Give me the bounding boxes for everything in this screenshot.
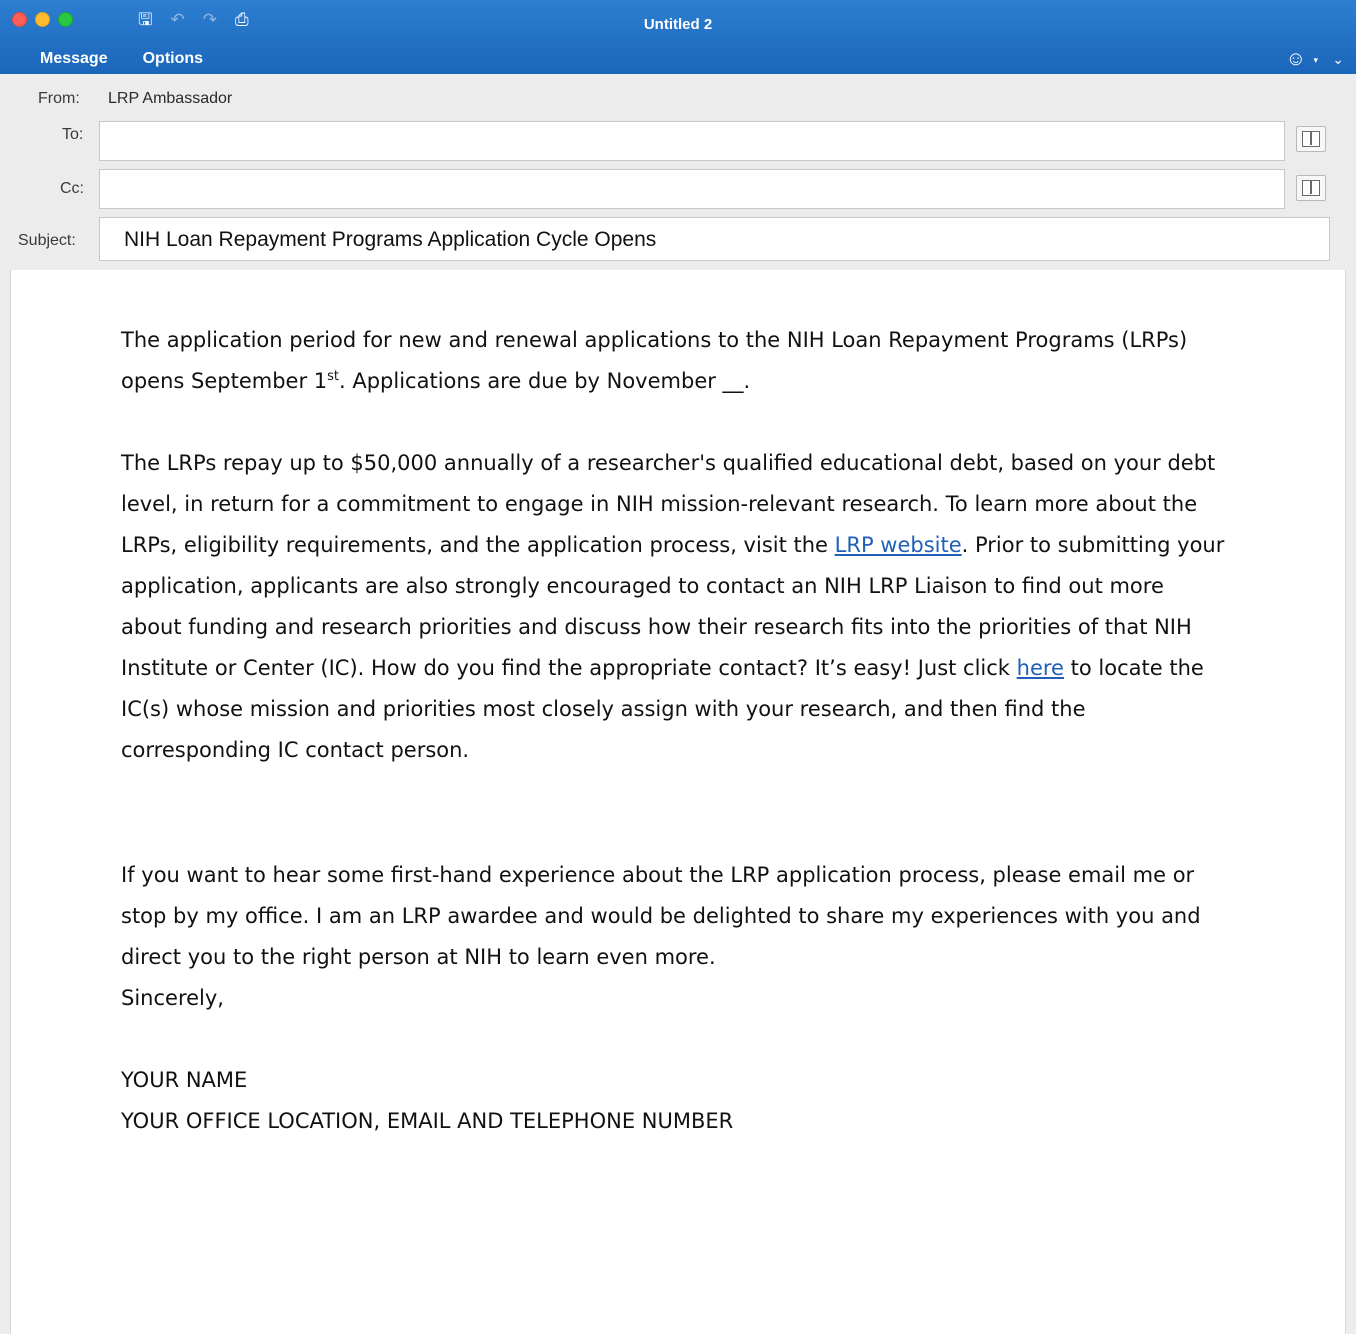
- message-body[interactable]: The application period for new and renew…: [10, 270, 1346, 1334]
- body-paragraph-2: The LRPs repay up to $50,000 annually of…: [121, 451, 1225, 762]
- body-paragraph-3: If you want to hear some first-hand expe…: [121, 863, 1201, 969]
- address-book-icon: [1302, 131, 1320, 147]
- signature-details: YOUR OFFICE LOCATION, EMAIL AND TELEPHON…: [121, 1109, 734, 1133]
- cc-label: Cc:: [60, 180, 84, 197]
- collapse-ribbon-icon[interactable]: ⌄: [1332, 51, 1344, 68]
- address-book-icon: [1302, 180, 1320, 196]
- to-address-book-button[interactable]: [1296, 126, 1326, 152]
- subject-label: Subject:: [18, 232, 76, 249]
- emoji-dropdown-icon[interactable]: ▾: [1313, 55, 1318, 66]
- window-title: Untitled 2: [643, 16, 713, 33]
- tab-message[interactable]: Message: [40, 50, 108, 68]
- tab-options[interactable]: Options: [143, 50, 203, 68]
- subject-field[interactable]: NIH Loan Repayment Programs Application …: [99, 217, 1330, 261]
- here-link[interactable]: here: [1017, 656, 1064, 680]
- to-label: To:: [62, 126, 84, 143]
- from-label: From:: [38, 90, 80, 107]
- to-field[interactable]: [99, 121, 1285, 161]
- signature-name: YOUR NAME: [121, 1068, 248, 1092]
- from-value[interactable]: LRP Ambassador: [108, 90, 232, 108]
- ribbon-tabs: Message Options: [40, 50, 203, 68]
- body-paragraph-1: The application period for new and renew…: [121, 328, 1188, 393]
- title-bar: 🖫 ↶ ↷ ⎙ Untitled 2 Message Options ☺ ▾ ⌄: [0, 0, 1356, 74]
- lrp-website-link[interactable]: LRP website: [835, 533, 962, 557]
- cc-address-book-button[interactable]: [1296, 175, 1326, 201]
- closing: Sincerely,: [121, 986, 224, 1010]
- emoji-icon[interactable]: ☺: [1286, 49, 1306, 69]
- cc-field[interactable]: [99, 169, 1285, 209]
